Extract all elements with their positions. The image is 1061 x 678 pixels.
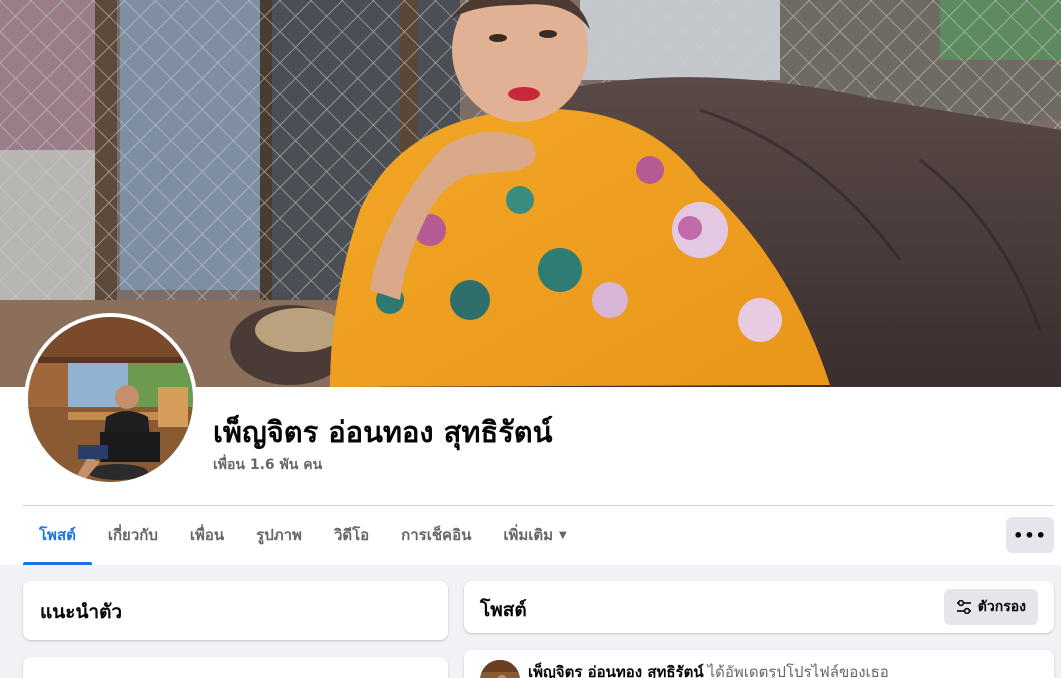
intro-details-card <box>23 657 448 678</box>
more-options-button[interactable]: ••• <box>1006 517 1054 553</box>
profile-name: เพ็ญจิตร อ่อนทอง สุทธิรัตน์ <box>213 415 553 449</box>
avatar-photo <box>28 317 193 482</box>
post-item: เพ็ญจิตร อ่อนทอง สุทธิรัตน์ ได้อัพเดตรูปโ… <box>464 650 1054 678</box>
post-action-text: ได้อัพเดตรูปโปรไฟล์ของเธอ <box>707 663 889 678</box>
tab-label: เพิ่มเติม <box>503 526 554 544</box>
post-header-line: เพ็ญจิตร อ่อนทอง สุทธิรัตน์ ได้อัพเดตรูปโ… <box>528 660 889 678</box>
post-author-avatar[interactable] <box>480 660 520 678</box>
intro-title: แนะนำตัว <box>40 601 123 623</box>
profile-avatar[interactable] <box>24 313 197 486</box>
tab-videos[interactable]: วิดีโอ <box>318 506 385 564</box>
sliders-icon <box>956 600 971 614</box>
more-dots-icon: ••• <box>1013 525 1047 545</box>
tab-friends[interactable]: เพื่อน <box>174 506 240 564</box>
profile-tabs: โพสต์ เกี่ยวกับ เพื่อน รูปภาพ วิดีโอ การ… <box>23 506 583 565</box>
tab-label: เพื่อน <box>189 526 225 544</box>
tab-more[interactable]: เพิ่มเติม ▼ <box>487 506 582 564</box>
filter-label: ตัวกรอง <box>977 599 1026 615</box>
posts-title: โพสต์ <box>480 599 527 621</box>
post-avatar-photo <box>480 660 520 678</box>
tab-label: การเช็คอิน <box>401 526 472 544</box>
avatar-image <box>28 317 193 482</box>
posts-header-card: โพสต์ ตัวกรอง <box>464 581 1054 633</box>
tab-checkins[interactable]: การเช็คอิน <box>385 506 487 564</box>
intro-card: แนะนำตัว <box>23 581 448 640</box>
filter-button[interactable]: ตัวกรอง <box>943 589 1038 625</box>
tab-label: วิดีโอ <box>333 526 370 544</box>
tab-posts[interactable]: โพสต์ <box>23 506 92 565</box>
caret-down-icon: ▼ <box>559 529 567 541</box>
post-author-name[interactable]: เพ็ญจิตร อ่อนทอง สุทธิรัตน์ <box>528 663 704 678</box>
tab-label: เกี่ยวกับ <box>107 526 158 544</box>
friend-count[interactable]: เพื่อน 1.6 พัน คน <box>213 454 322 476</box>
tab-about[interactable]: เกี่ยวกับ <box>92 506 174 564</box>
tab-label: โพสต์ <box>39 526 76 544</box>
tab-photos[interactable]: รูปภาพ <box>240 506 318 564</box>
tab-label: รูปภาพ <box>256 526 302 544</box>
